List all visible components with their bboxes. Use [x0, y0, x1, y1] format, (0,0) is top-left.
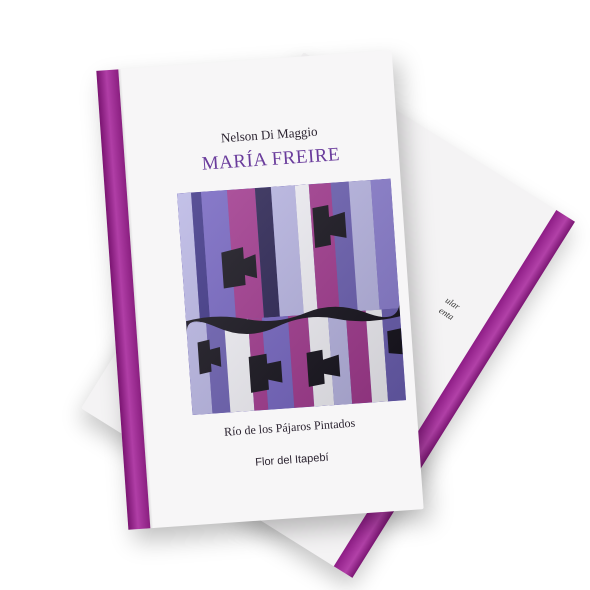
book-publisher: Flor del Itapebí: [254, 451, 329, 469]
book-subtitle: Río de los Pájaros Pintados: [223, 415, 356, 439]
book-mockup-scene: ular enta Nelson Di Maggio MARÍA FREIRE: [0, 0, 590, 590]
abstract-painting-icon: [177, 178, 407, 416]
cover-artwork: [177, 178, 407, 416]
back-book-text-fragment: ular enta: [437, 295, 462, 322]
front-book-cover: Nelson Di Maggio MARÍA FREIRE Río de los…: [96, 50, 424, 530]
